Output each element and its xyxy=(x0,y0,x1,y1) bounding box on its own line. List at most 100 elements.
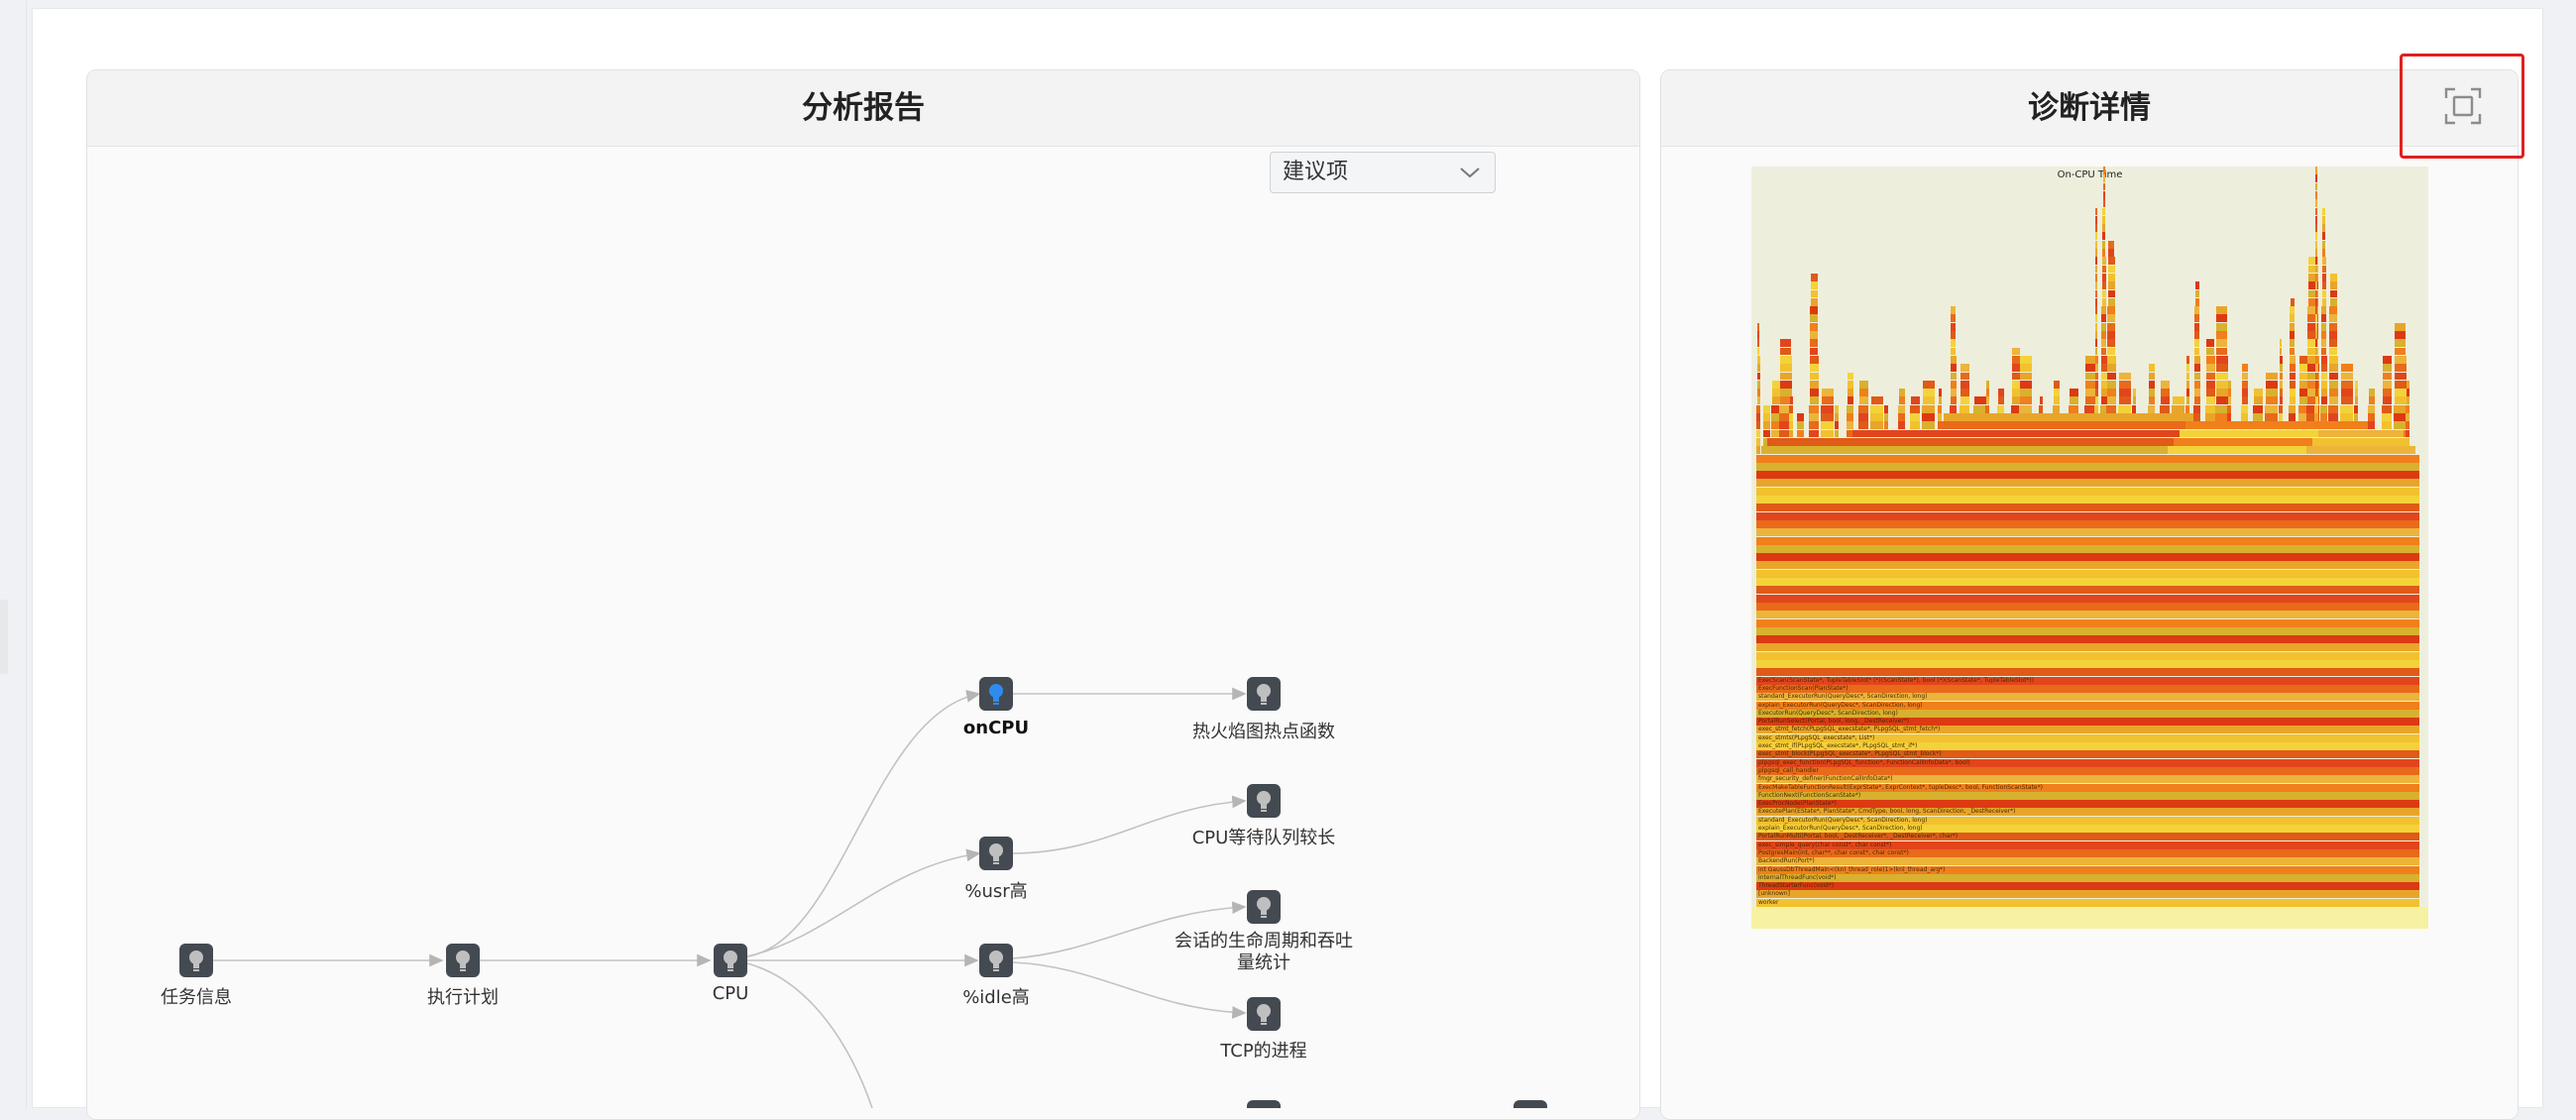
flame-frame[interactable] xyxy=(2314,380,2318,389)
flame-frame[interactable]: ExecMakeTableFunctionResult(ExprState*, … xyxy=(1756,783,2419,792)
flame-frame[interactable] xyxy=(2328,380,2338,389)
flame-frame[interactable] xyxy=(2101,257,2106,266)
flame-frame[interactable] xyxy=(1756,586,2419,595)
flame-frame[interactable] xyxy=(1756,364,1760,373)
flame-frame[interactable] xyxy=(2329,281,2337,290)
flame-frame[interactable] xyxy=(1847,421,1853,430)
flame-frame[interactable] xyxy=(2132,389,2136,396)
flame-frame[interactable] xyxy=(1809,396,1819,405)
flame-frame[interactable] xyxy=(1809,364,1819,373)
flame-frame[interactable] xyxy=(1756,626,2419,635)
flame-frame[interactable] xyxy=(1780,347,1791,356)
flame-frame[interactable]: ExecutorRun(QueryDesc*, ScanDirection, l… xyxy=(1756,709,2419,718)
flame-frame[interactable] xyxy=(2205,355,2215,364)
flame-frame[interactable] xyxy=(2315,182,2317,191)
flame-frame[interactable] xyxy=(2289,372,2296,381)
oncpu-flamegraph[interactable]: On-CPU Time worker [unknown] ThreadStarter… xyxy=(1751,167,2428,929)
flame-frame[interactable] xyxy=(1757,322,1759,331)
flame-frame[interactable]: FunctionNext(FunctionScanState*) xyxy=(1756,791,2419,800)
flame-frame[interactable] xyxy=(1756,528,2419,537)
flame-frame[interactable] xyxy=(2241,404,2248,413)
flame-frame[interactable] xyxy=(1884,404,1888,413)
flame-frame[interactable] xyxy=(2095,265,2097,274)
flame-frame[interactable] xyxy=(2132,396,2136,405)
flame-frame[interactable] xyxy=(1757,347,1759,356)
flame-frame[interactable] xyxy=(1756,569,2419,578)
flame-frame[interactable] xyxy=(2321,322,2326,331)
flame-frame[interactable] xyxy=(1756,635,2419,644)
flame-frame[interactable] xyxy=(2318,429,2404,438)
flame-frame[interactable] xyxy=(1757,331,1759,339)
flame-frame[interactable] xyxy=(2253,389,2263,396)
flame-frame[interactable] xyxy=(1809,389,1819,396)
flame-frame[interactable]: explain_ExecutorRun(QueryDesc*, ScanDire… xyxy=(1756,825,2419,833)
flame-frame[interactable] xyxy=(1756,668,2419,677)
flame-frame[interactable] xyxy=(1858,413,1868,421)
flame-frame[interactable] xyxy=(2101,281,2106,290)
flame-frame[interactable] xyxy=(2215,372,2228,381)
flame-frame[interactable] xyxy=(2101,331,2106,339)
flame-frame[interactable] xyxy=(2368,389,2375,396)
flame-frame[interactable]: standard_ExecutorRun(QueryDesc*, ScanDir… xyxy=(1756,693,2419,702)
flame-frame[interactable] xyxy=(2118,389,2131,396)
node-cpu-queue[interactable] xyxy=(1247,784,1281,818)
flame-frame[interactable] xyxy=(1756,536,2419,545)
flame-frame[interactable] xyxy=(1756,437,1760,446)
flame-frame[interactable] xyxy=(2118,380,2131,389)
flame-frame[interactable] xyxy=(1810,331,1818,339)
flame-frame[interactable] xyxy=(1870,413,1883,421)
flame-frame[interactable] xyxy=(2315,322,2317,331)
flame-frame[interactable] xyxy=(1779,355,1792,364)
flame-frame[interactable] xyxy=(2053,380,2060,389)
flame-frame[interactable] xyxy=(2321,289,2326,298)
flame-frame[interactable] xyxy=(1763,413,1770,421)
flame-frame[interactable] xyxy=(2382,421,2392,430)
flame-frame[interactable] xyxy=(2315,347,2317,356)
flame-frame[interactable] xyxy=(2241,413,2248,421)
flame-frame[interactable] xyxy=(2107,297,2115,306)
flame-frame[interactable] xyxy=(2107,289,2115,298)
flame-frame[interactable] xyxy=(2329,289,2337,298)
flame-frame[interactable] xyxy=(2329,339,2337,348)
flame-frame[interactable] xyxy=(1847,372,1853,381)
flame-frame[interactable] xyxy=(1810,297,1818,306)
flame-frame[interactable] xyxy=(1756,372,1760,381)
flame-frame[interactable] xyxy=(2101,289,2106,298)
flame-frame[interactable] xyxy=(2106,389,2116,396)
flame-frame[interactable] xyxy=(2314,404,2318,413)
flame-frame[interactable] xyxy=(2069,389,2078,396)
flame-frame[interactable] xyxy=(1756,651,2419,660)
flame-frame[interactable] xyxy=(2194,331,2199,339)
flame-frame[interactable] xyxy=(1960,364,1969,373)
flame-frame[interactable] xyxy=(1898,413,1905,421)
flame-frame[interactable] xyxy=(2148,404,2155,413)
flame-frame[interactable] xyxy=(1809,404,1819,413)
flame-frame[interactable] xyxy=(1756,511,2419,520)
flame-frame[interactable] xyxy=(2194,322,2199,331)
flame-frame[interactable] xyxy=(2340,389,2353,396)
flame-frame[interactable] xyxy=(2265,396,2278,405)
flame-frame[interactable] xyxy=(1810,281,1818,290)
flame-frame[interactable] xyxy=(1810,347,1818,356)
flame-frame[interactable] xyxy=(2101,347,2106,356)
flame-frame[interactable] xyxy=(1757,339,1759,348)
flame-frame[interactable] xyxy=(2406,389,2409,396)
flame-frame[interactable] xyxy=(1789,413,1793,421)
flame-frame[interactable] xyxy=(1821,396,1834,405)
flame-frame[interactable] xyxy=(2194,314,2199,323)
flame-frame[interactable] xyxy=(2094,364,2098,373)
flame-frame[interactable] xyxy=(2382,355,2392,364)
flame-frame[interactable] xyxy=(2315,199,2317,208)
flame-frame[interactable] xyxy=(1821,389,1834,396)
flame-frame[interactable] xyxy=(1870,404,1883,413)
flame-frame[interactable] xyxy=(2039,404,2043,413)
flame-frame[interactable] xyxy=(2102,174,2105,183)
flame-frame[interactable] xyxy=(2193,355,2200,364)
flame-frame[interactable] xyxy=(2094,389,2098,396)
flame-frame[interactable] xyxy=(1960,396,1969,405)
flame-frame[interactable] xyxy=(2354,380,2358,389)
flame-frame[interactable] xyxy=(2094,355,2098,364)
flame-frame[interactable] xyxy=(2102,199,2105,208)
flame-frame[interactable]: exec_stmts(PLpgSQL_execstate*, List*) xyxy=(1756,733,2419,742)
flame-frame[interactable] xyxy=(2106,364,2116,373)
